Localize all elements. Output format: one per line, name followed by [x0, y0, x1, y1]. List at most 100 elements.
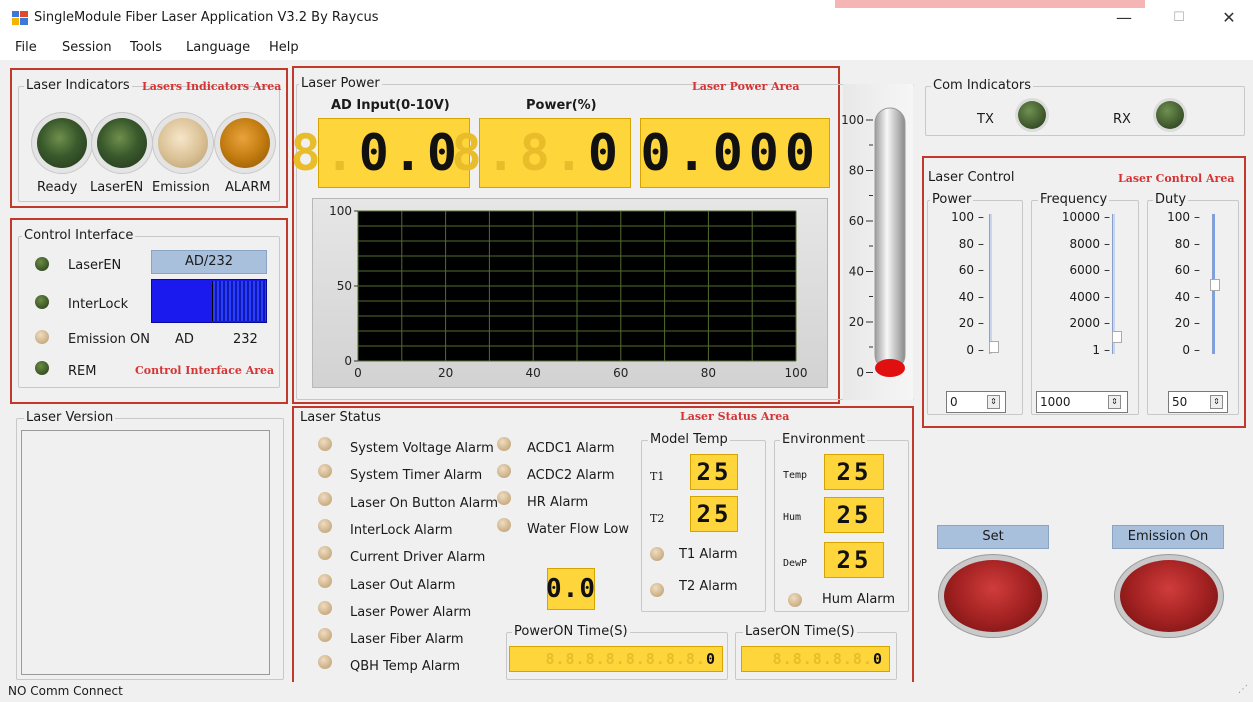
laseren-label: LaserEN	[90, 180, 144, 195]
emission-on-label-button[interactable]: Emission On	[1112, 525, 1224, 549]
alarm-led	[497, 518, 511, 532]
ad-232-button[interactable]: AD/232	[151, 250, 267, 274]
ad-input-value: 0.0	[358, 124, 461, 182]
menu-file[interactable]: File	[15, 40, 37, 55]
frequency-slider-label: Frequency	[1038, 192, 1110, 207]
power-spin-button[interactable]: ⇕	[987, 395, 1000, 409]
alarm-label: ALARM	[225, 180, 271, 195]
thermo-tick: 100	[841, 113, 864, 127]
interlock-label: InterLock	[68, 297, 129, 312]
alarm-label: InterLock Alarm	[350, 522, 453, 538]
switch-thumb[interactable]	[212, 281, 266, 321]
alarm-label: System Timer Alarm	[350, 468, 483, 484]
slider-tick-label: 60	[958, 263, 974, 277]
power-graph: 100 50 0 0 20 40 60 80 100	[329, 205, 807, 380]
t2-label: T2	[650, 512, 665, 525]
slider-tick-mark: –	[978, 263, 984, 277]
alarm-label: HR Alarm	[527, 495, 589, 510]
emission-label: Emission	[152, 180, 210, 195]
thermo-tick: 0	[856, 366, 864, 380]
com-indicators-label: Com Indicators	[931, 78, 1034, 93]
center-value-display: 0.0	[546, 568, 595, 610]
thermometer-scale: 100 80 60 40 20 0	[841, 113, 873, 380]
control-interface-label: Control Interface	[22, 228, 136, 243]
alarm-label: Laser Fiber Alarm	[350, 632, 464, 648]
rx-label: RX	[1113, 112, 1131, 127]
laseron-time-display: 8.8.8.8.8. 0	[741, 646, 890, 672]
environment-label: Environment	[780, 432, 868, 447]
hum-alarm-led	[788, 593, 802, 607]
app-window: SingleModule Fiber Laser Application V3.…	[0, 0, 1253, 702]
t2-alarm-led	[650, 583, 664, 597]
alarm-led	[220, 118, 270, 168]
power-watt-value: 0.000	[640, 124, 821, 182]
alarm-label: QBH Temp Alarm	[350, 659, 461, 675]
laser-power-label: Laser Power	[299, 76, 382, 91]
rem-led	[35, 361, 49, 375]
model-temp-label: Model Temp	[648, 432, 730, 447]
graph-x-axis: 0 20 40 60 80 100	[354, 366, 807, 380]
set-button[interactable]	[944, 560, 1042, 632]
poweron-time-value: 0	[705, 650, 716, 668]
alarm-label: Laser Power Alarm	[350, 604, 472, 620]
power-slider-thumb[interactable]	[989, 341, 999, 353]
slider-tick-label: 10000	[1061, 210, 1100, 224]
power-slider-track[interactable]	[989, 214, 992, 354]
laseren-interface-label: LaserEN	[68, 258, 122, 273]
minimize-button[interactable]: —	[1102, 6, 1146, 30]
alarm-label: ACDC1 Alarm	[527, 441, 615, 456]
thermo-tick: 20	[849, 315, 864, 329]
thermo-tick: 40	[849, 265, 864, 279]
laser-indicators-area-label: Lasers Indicators Area	[142, 80, 282, 93]
decorative-stripe	[835, 0, 1145, 8]
menu-help[interactable]: Help	[269, 40, 299, 55]
env-hum-label: Hum	[783, 512, 802, 523]
laser-status-area-label: Laser Status Area	[680, 410, 790, 423]
thermo-tick: 80	[849, 164, 864, 178]
tx-label: TX	[977, 112, 994, 127]
laser-version-label: Laser Version	[24, 410, 116, 425]
alarm-led	[318, 573, 332, 588]
slider-tick-label: 80	[1174, 236, 1190, 251]
window-title: SingleModule Fiber Laser Application V3.…	[34, 10, 379, 25]
alarm-led	[318, 628, 332, 643]
emission-on-led	[35, 330, 49, 344]
set-label-button[interactable]: Set	[937, 525, 1049, 549]
emission-on-button[interactable]	[1120, 560, 1218, 632]
laser-version-box	[21, 430, 270, 675]
power-slider-scale: 100–80–60–40–20–0–	[934, 210, 1014, 360]
menu-session[interactable]: Session	[62, 40, 112, 55]
switch-232-label: 232	[233, 332, 258, 347]
menu-language[interactable]: Language	[186, 40, 250, 55]
slider-tick-mark: –	[1194, 342, 1200, 357]
hum-alarm-label: Hum Alarm	[822, 592, 896, 607]
duty-slider-thumb[interactable]	[1210, 279, 1220, 291]
laseron-time-ghost: 8.8.8.8.8.	[772, 650, 873, 668]
control-interface-area-label: Control Interface Area	[135, 364, 275, 377]
frequency-slider-thumb[interactable]	[1112, 331, 1122, 343]
duty-spin-button[interactable]: ⇕	[1210, 395, 1223, 409]
laseron-time-label: LaserON Time(S)	[743, 624, 857, 639]
laseren-led	[97, 118, 147, 168]
slider-tick-mark: –	[1104, 342, 1110, 357]
slider-tick-label: 2000	[1069, 316, 1100, 330]
app-icon	[12, 11, 28, 25]
power-watt-display: 0.000	[640, 118, 830, 188]
slider-tick-label: 80	[958, 236, 974, 251]
frequency-spin-button[interactable]: ⇕	[1108, 395, 1121, 409]
slider-tick-mark: –	[1104, 236, 1110, 251]
menu-tools[interactable]: Tools	[130, 40, 162, 55]
slider-tick-mark: –	[1194, 236, 1200, 251]
graph-y-tick: 0	[344, 354, 352, 368]
alarm-label: ACDC2 Alarm	[527, 468, 615, 483]
env-temp-display: 25	[824, 454, 884, 490]
close-button[interactable]: ✕	[1207, 6, 1251, 30]
t1-alarm-led	[650, 547, 664, 561]
resize-grip-icon[interactable]: ⋰	[1238, 684, 1248, 695]
graph-x-tick: 80	[701, 366, 716, 380]
t1-label: T1	[650, 470, 665, 483]
ad-232-switch[interactable]	[151, 279, 267, 323]
maximize-button[interactable]: ☐	[1157, 6, 1201, 30]
env-dewp-display: 25	[824, 542, 884, 578]
ready-led	[37, 118, 87, 168]
